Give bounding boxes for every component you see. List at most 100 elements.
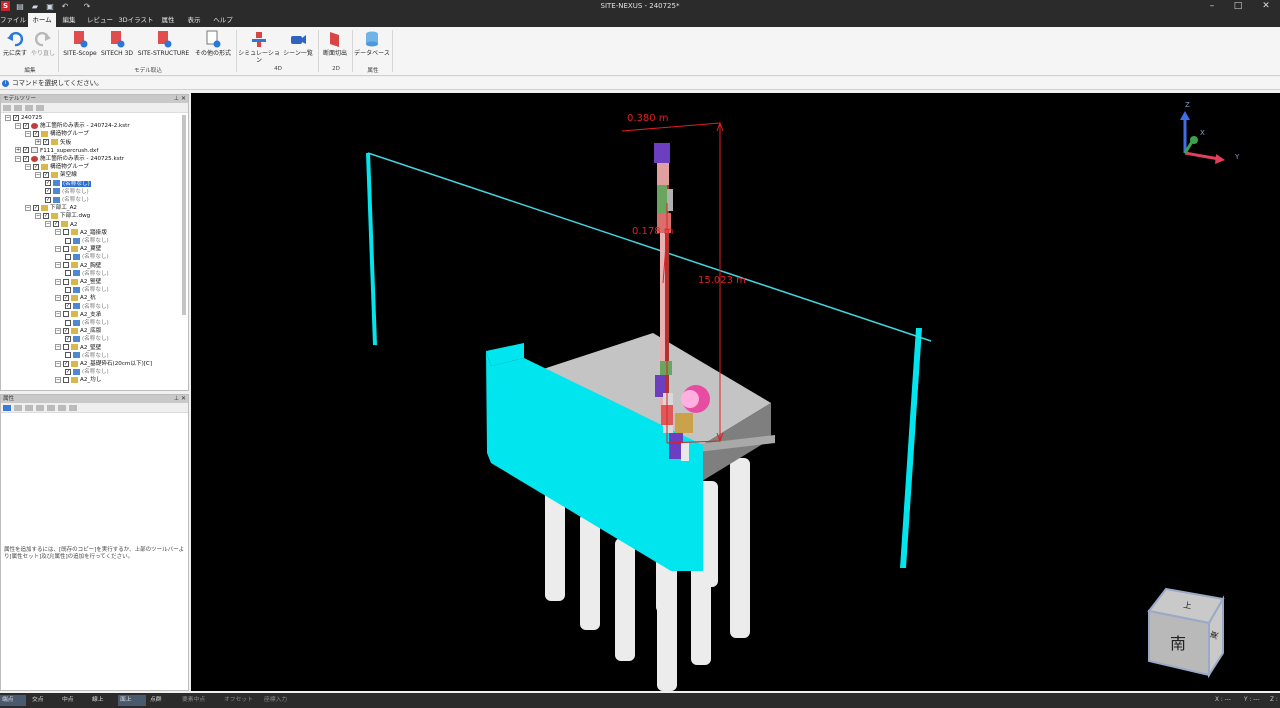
overhead-wire[interactable] [367, 152, 932, 342]
collapse-icon[interactable]: − [55, 360, 61, 367]
maximize-icon[interactable]: □ [1226, 0, 1250, 13]
collapse-icon[interactable]: − [55, 229, 61, 236]
tree-node[interactable]: ✓ (名称なし) [65, 368, 109, 376]
section-cut-button[interactable]: 断面切出 [320, 30, 350, 64]
tree-node[interactable]: − ✓ 構造物グループ [25, 130, 89, 138]
view-cube[interactable]: 南 上 東 [1147, 587, 1225, 679]
pin-close-icon[interactable]: ⊥ ✕ [174, 95, 186, 103]
visibility-checkbox[interactable]: ✓ [43, 171, 49, 178]
site-structure-button[interactable]: SITE-STRUCTURE [137, 30, 190, 64]
visibility-checkbox[interactable] [65, 237, 71, 244]
tree-node[interactable]: ✓ (名称なし) [45, 180, 91, 188]
visibility-checkbox[interactable]: ✓ [13, 114, 19, 121]
collapse-icon[interactable]: − [55, 262, 61, 269]
visibility-checkbox[interactable] [65, 253, 71, 260]
visibility-checkbox[interactable]: ✓ [23, 147, 29, 154]
close-icon[interactable]: ✕ [1254, 0, 1278, 13]
tree-tool-icon[interactable] [3, 105, 11, 111]
visibility-checkbox[interactable]: ✓ [65, 303, 71, 310]
snap-online[interactable]: 線上 [90, 695, 118, 706]
tree-node[interactable]: − ✓ A2 [45, 221, 77, 229]
pile[interactable] [580, 513, 600, 630]
site-scope-button[interactable]: SITE-Scope [61, 30, 99, 64]
tree-node[interactable]: (名称なし) [65, 286, 109, 294]
left-pole[interactable] [366, 153, 377, 345]
tree-node[interactable]: − A2_胸壁 [55, 262, 101, 270]
collapse-icon[interactable]: − [15, 122, 21, 129]
tree-node[interactable]: − A2_翼壁 [55, 245, 101, 253]
tree-tool-icon[interactable] [14, 105, 22, 111]
tree-node[interactable]: (名称なし) [65, 237, 109, 245]
redo-button[interactable]: やり直し [30, 30, 56, 64]
tree-node[interactable]: ✓ (名称なし) [45, 196, 89, 204]
simulation-button[interactable]: シミュレーション [238, 30, 280, 64]
collapse-icon[interactable]: − [55, 344, 61, 351]
snap-endpoint[interactable]: 端点 [0, 695, 26, 706]
pile[interactable] [615, 538, 635, 661]
tree-node[interactable]: − A2_均し [55, 376, 101, 384]
visibility-checkbox[interactable]: ✓ [63, 294, 69, 301]
tree-node[interactable]: − ✓ A2_底版 [55, 327, 101, 335]
tree-node[interactable]: − ✓ 下部工.dwg [35, 212, 90, 220]
visibility-checkbox[interactable]: ✓ [43, 139, 49, 146]
tree-node[interactable]: − ✓ 構造物グループ [25, 163, 89, 171]
visibility-checkbox[interactable]: ✓ [33, 204, 39, 211]
tab-home[interactable]: ホーム [28, 13, 56, 27]
collapse-icon[interactable]: − [55, 311, 61, 318]
pin-close-icon[interactable]: ⊥ ✕ [174, 395, 186, 403]
visibility-checkbox[interactable]: ✓ [33, 163, 39, 170]
visibility-checkbox[interactable]: ✓ [43, 212, 49, 219]
prop-tool-icon[interactable] [58, 405, 66, 411]
other-format-button[interactable]: その他の形式 [193, 30, 233, 64]
tree-node[interactable]: − ✓ A2_杭 [55, 294, 96, 302]
tree-node[interactable]: − ✓ 架空線 [35, 171, 77, 179]
snap-coord-input[interactable]: 座標入力 [262, 695, 306, 706]
scene-list-button[interactable]: シーン一覧 [281, 30, 315, 64]
tree-node[interactable]: − ✓ 施工箇所のみ表示 - 240725.kstr [15, 155, 124, 163]
tab-review[interactable]: レビュー [84, 13, 116, 27]
visibility-checkbox[interactable]: ✓ [23, 122, 29, 129]
visibility-checkbox[interactable]: ✓ [63, 360, 69, 367]
visibility-checkbox[interactable] [63, 376, 69, 383]
tree-node[interactable]: − A2_支承 [55, 311, 101, 319]
tree-node[interactable]: + ✓ F111_supercrush.dxf [15, 147, 98, 155]
visibility-checkbox[interactable]: ✓ [33, 130, 39, 137]
prop-tool-icon[interactable] [25, 405, 33, 411]
tree-scrollbar[interactable] [182, 115, 186, 315]
visibility-checkbox[interactable]: ✓ [65, 368, 71, 375]
collapse-icon[interactable]: − [35, 212, 41, 219]
right-pole[interactable] [900, 328, 922, 568]
minimize-icon[interactable]: – [1200, 0, 1224, 13]
visibility-checkbox[interactable]: ✓ [45, 180, 51, 187]
tab-edit[interactable]: 編集 [58, 13, 80, 27]
prop-tool-icon[interactable] [69, 405, 77, 411]
prop-tool-icon[interactable] [14, 405, 22, 411]
collapse-icon[interactable]: − [25, 204, 31, 211]
visibility-checkbox[interactable] [63, 278, 69, 285]
collapse-icon[interactable]: − [5, 114, 11, 121]
tree-node[interactable]: − A2_竪壁 [55, 278, 101, 286]
snap-intersection[interactable]: 交点 [30, 695, 58, 706]
sitech-3d-button[interactable]: SITECH 3D [100, 30, 134, 64]
tree-node[interactable]: ✓ (名称なし) [65, 303, 109, 311]
tree-node[interactable]: + ✓ 矢板 [35, 139, 71, 147]
visibility-checkbox[interactable] [65, 270, 71, 277]
tab-help[interactable]: ヘルプ [210, 13, 236, 27]
expand-icon[interactable]: + [15, 147, 21, 154]
visibility-checkbox[interactable] [63, 262, 69, 269]
visibility-checkbox[interactable]: ✓ [45, 188, 51, 195]
tab-view[interactable]: 表示 [183, 13, 205, 27]
tree-tool-icon[interactable] [36, 105, 44, 111]
visibility-checkbox[interactable]: ✓ [65, 335, 71, 342]
tree-node[interactable]: − ✓ A2_基礎砕石(20cm以下)[C] [55, 360, 152, 368]
collapse-icon[interactable]: − [25, 163, 31, 170]
add-attribute-icon[interactable] [3, 405, 11, 411]
collapse-icon[interactable]: − [45, 221, 51, 228]
tree-tool-icon[interactable] [25, 105, 33, 111]
tab-attribute[interactable]: 属性 [157, 13, 179, 27]
collapse-icon[interactable]: − [15, 155, 21, 162]
visibility-checkbox[interactable]: ✓ [45, 196, 51, 203]
prop-tool-icon[interactable] [36, 405, 44, 411]
visibility-checkbox[interactable]: ✓ [53, 221, 59, 228]
expand-icon[interactable]: + [35, 139, 41, 146]
